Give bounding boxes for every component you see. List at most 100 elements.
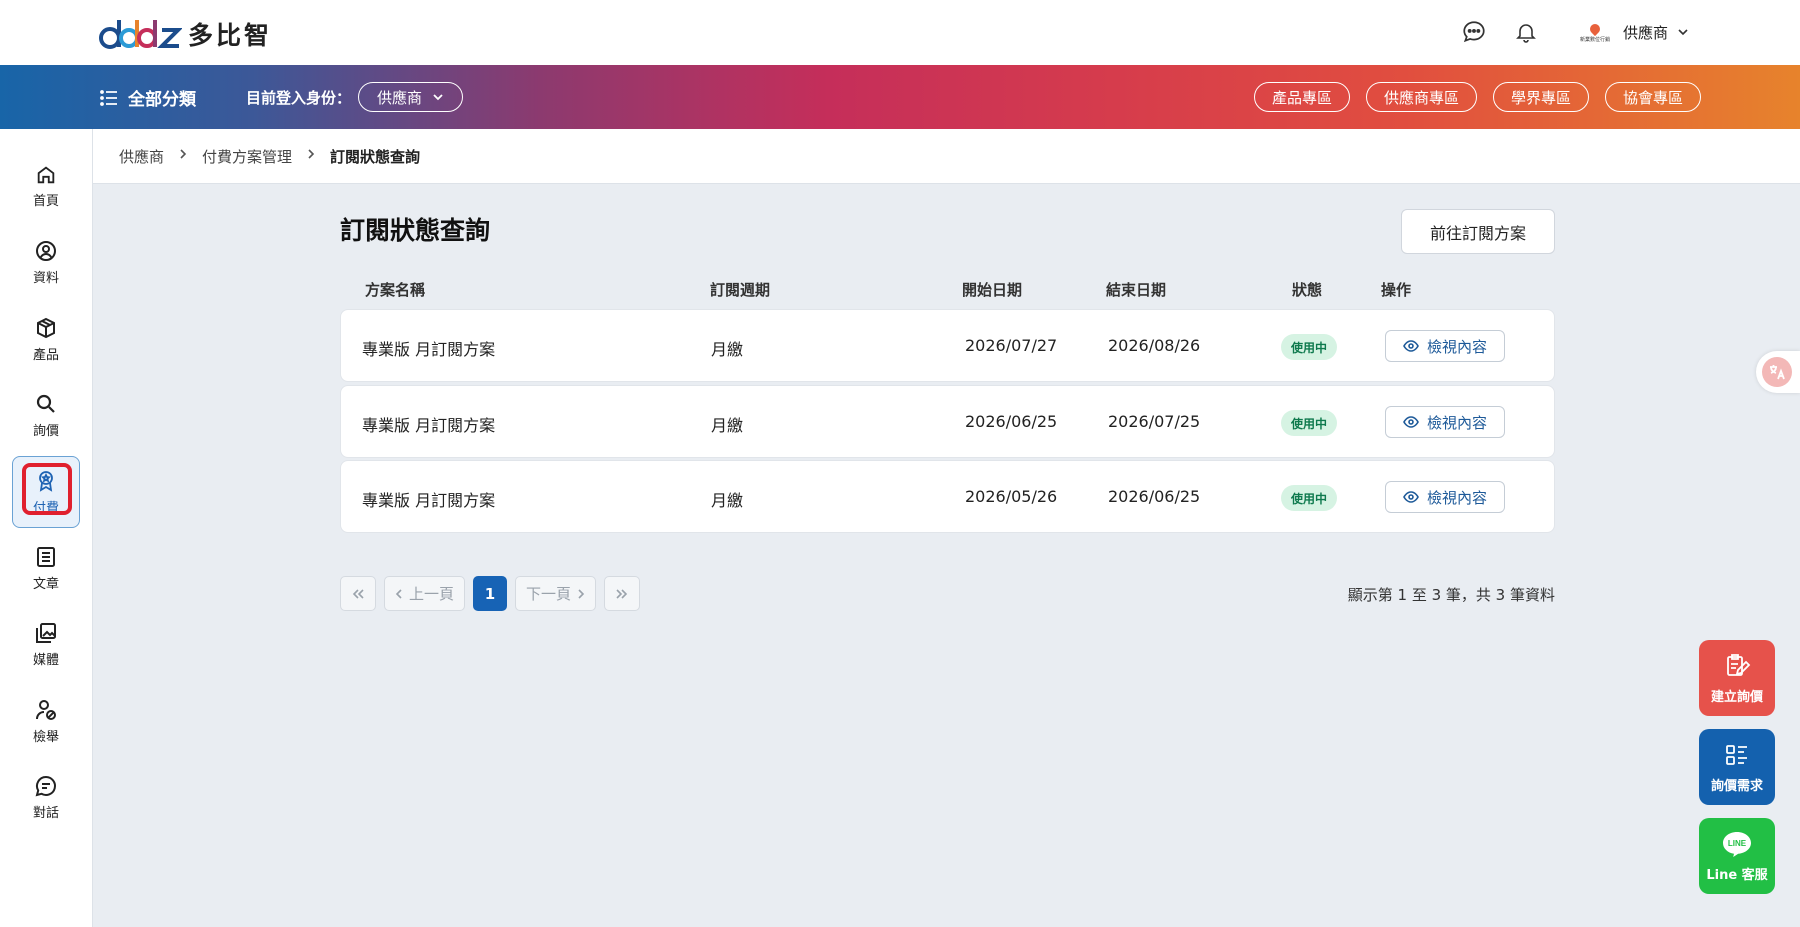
billing-cycle: 月繳 [711,340,744,359]
table-row: 專業版 月訂閱方案 月繳 2026/06/25 2026/07/25 使用中 檢… [340,385,1555,458]
prev-page-button[interactable]: 上一頁 [384,576,466,611]
view-details-button[interactable]: 檢視內容 [1385,406,1505,438]
breadcrumb: 供應商 付費方案管理 訂閱狀態查詢 [93,129,1800,184]
zone-products-button[interactable]: 產品專區 [1253,82,1350,112]
chevrons-left-icon [352,588,364,599]
user-menu[interactable]: 新業數位行銷 供應商 [1575,21,1690,43]
inquiry-needs-button[interactable]: 詢價需求 [1699,729,1775,805]
dobiz-logo-mark-icon [99,20,182,49]
brand-logo[interactable]: 多比智 [98,16,272,52]
view-details-label: 檢視內容 [1426,488,1487,507]
chevrons-right-icon [616,588,628,599]
breadcrumb-current: 訂閱狀態查詢 [330,147,421,166]
plan-name: 專業版 月訂閱方案 [362,340,496,359]
last-page-button[interactable] [604,576,641,611]
end-date: 2026/08/26 [1108,336,1201,355]
billing-cycle: 月繳 [711,491,744,510]
zone-suppliers-button[interactable]: 供應商專區 [1365,82,1477,112]
first-page-button[interactable] [340,576,376,611]
sidebar-item-label: 對話 [32,805,59,821]
column-header: 狀態 [1292,281,1323,299]
chevron-right-icon [178,148,188,164]
status-badge: 使用中 [1281,334,1338,360]
chevron-down-icon [1678,29,1688,36]
table-row: 專業版 月訂閱方案 月繳 2026/07/27 2026/08/26 使用中 檢… [340,309,1555,382]
status-badge: 使用中 [1281,410,1338,436]
chevron-right-icon [306,148,316,164]
edit-note-icon [1727,653,1751,676]
line-chat-icon: LINE [1723,831,1751,857]
inquiry-needs-label: 詢價需求 [1710,778,1763,794]
top-header: 多比智 新業數位行銷 供應商 [0,0,1800,65]
chevron-down-icon [433,94,443,101]
sidebar: 首頁 資料 產品 詢價 付費 文章 媒體 檢舉 對話 [0,129,93,927]
create-inquiry-label: 建立詢價 [1710,689,1763,705]
sidebar-item-home[interactable]: 首頁 [12,150,80,222]
pagination-info: 顯示第 1 至 3 筆，共 3 筆資料 [1347,586,1555,604]
box-icon [37,317,55,338]
breadcrumb-supplier[interactable]: 供應商 [119,146,164,167]
next-page-label: 下一頁 [526,585,572,603]
zone-academia-button[interactable]: 學界專區 [1492,82,1589,112]
sidebar-item-label: 首頁 [32,193,59,209]
end-date: 2026/06/25 [1108,487,1201,506]
all-categories-button[interactable]: 全部分類 [100,85,196,110]
sidebar-item-label: 檢舉 [32,729,59,745]
document-icon [37,546,55,567]
all-categories-label: 全部分類 [128,90,196,110]
messages-icon[interactable] [1459,17,1489,47]
sidebar-item-label: 產品 [32,347,59,363]
notification-bell-icon[interactable] [1511,17,1541,47]
sidebar-item-chat[interactable]: 對話 [12,761,80,833]
list-grid-icon [1726,744,1747,765]
sidebar-item-inquiry[interactable]: 詢價 [12,379,80,451]
plan-name: 專業版 月訂閱方案 [362,416,496,435]
sidebar-item-products[interactable]: 產品 [12,303,80,375]
column-header: 開始日期 [962,281,1023,299]
sidebar-item-label: 詢價 [32,423,59,439]
prev-page-label: 上一頁 [409,585,455,603]
table-row: 專業版 月訂閱方案 月繳 2026/05/26 2026/06/25 使用中 檢… [340,460,1555,533]
chat-icon [35,775,56,796]
user-circle-icon [36,240,56,261]
sidebar-item-report[interactable]: 檢舉 [12,685,80,757]
page-number-button[interactable]: 1 [473,576,508,611]
sidebar-item-profile[interactable]: 資料 [12,226,80,298]
zone-links: 產品專區 供應商專區 學界專區 協會專區 [1253,82,1701,112]
page-title: 訂閱狀態查詢 [340,216,491,245]
line-service-label: Line 客服 [1706,867,1768,883]
line-service-button[interactable]: LINE Line 客服 [1699,818,1775,894]
create-inquiry-button[interactable]: 建立詢價 [1699,640,1775,716]
home-icon [37,166,55,183]
search-icon [36,394,55,413]
chevron-right-icon [578,588,585,599]
svg-text:LINE: LINE [1728,839,1747,848]
end-date: 2026/07/25 [1108,412,1201,431]
next-page-button[interactable]: 下一頁 [515,576,597,611]
user-block-icon [36,699,56,720]
column-header: 訂閱週期 [710,281,771,299]
sidebar-item-label: 文章 [32,576,59,592]
sidebar-item-articles[interactable]: 文章 [12,532,80,604]
header-actions: 新業數位行銷 供應商 [1459,17,1690,47]
view-details-button[interactable]: 檢視內容 [1385,330,1505,362]
eye-icon [1403,416,1419,428]
status-badge: 使用中 [1281,485,1338,511]
start-date: 2026/06/25 [965,412,1058,431]
chevron-left-icon [395,588,402,599]
table-header: 方案名稱 訂閱週期 開始日期 結束日期 狀態 操作 [340,279,1555,303]
view-details-button[interactable]: 檢視內容 [1385,481,1505,513]
start-date: 2026/07/27 [965,336,1058,355]
start-date: 2026/05/26 [965,487,1058,506]
breadcrumb-plan-management[interactable]: 付費方案管理 [202,146,292,167]
user-name: 供應商 [1622,23,1668,42]
active-highlight [22,463,72,515]
go-to-subscription-plans-button[interactable]: 前往訂閱方案 [1401,209,1555,254]
role-select[interactable]: 供應商 [358,82,463,112]
translate-icon[interactable] [1762,357,1792,387]
sidebar-item-payment[interactable]: 付費 [12,456,80,528]
sidebar-item-media[interactable]: 媒體 [12,608,80,680]
plan-name: 專業版 月訂閱方案 [362,491,496,510]
sidebar-item-label: 資料 [32,270,59,286]
zone-association-button[interactable]: 協會專區 [1604,82,1701,112]
